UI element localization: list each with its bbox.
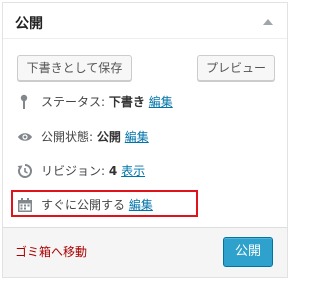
- publish-panel: 公開 下書きとして保存 プレビュー ステータス: 下書き 編集 公開状態: 公開…: [2, 2, 288, 278]
- status-label: ステータス:: [41, 95, 106, 109]
- preview-button[interactable]: プレビュー: [197, 55, 275, 81]
- revision-count: 4: [108, 164, 118, 178]
- revision-text: リビジョン: 4 表示: [41, 161, 145, 181]
- eye-icon: [18, 133, 32, 141]
- status-value: 下書き: [108, 95, 145, 109]
- status-edit-link[interactable]: 編集: [149, 95, 173, 109]
- move-to-trash-link[interactable]: ゴミ箱へ移動: [15, 243, 87, 260]
- collapse-arrow-icon[interactable]: [263, 19, 273, 25]
- schedule-edit-link[interactable]: 編集: [129, 198, 153, 212]
- calendar-icon: [18, 198, 32, 212]
- history-icon: [17, 164, 32, 178]
- schedule-text: すぐに公開する 編集: [41, 195, 153, 215]
- visibility-label: 公開状態:: [41, 130, 94, 144]
- panel-header[interactable]: 公開: [3, 3, 287, 39]
- panel-title: 公開: [15, 16, 43, 32]
- publish-button[interactable]: 公開: [223, 237, 273, 267]
- revision-view-link[interactable]: 表示: [121, 164, 145, 178]
- revision-label: リビジョン:: [41, 164, 106, 178]
- schedule-label: すぐに公開する: [41, 198, 126, 212]
- panel-footer: ゴミ箱へ移動 公開: [3, 227, 287, 277]
- status-text: ステータス: 下書き 編集: [41, 92, 173, 112]
- visibility-text: 公開状態: 公開 編集: [41, 127, 149, 147]
- visibility-value: 公開: [96, 130, 121, 144]
- save-draft-button[interactable]: 下書きとして保存: [17, 55, 132, 81]
- visibility-edit-link[interactable]: 編集: [125, 130, 149, 144]
- pin-icon: [20, 94, 28, 109]
